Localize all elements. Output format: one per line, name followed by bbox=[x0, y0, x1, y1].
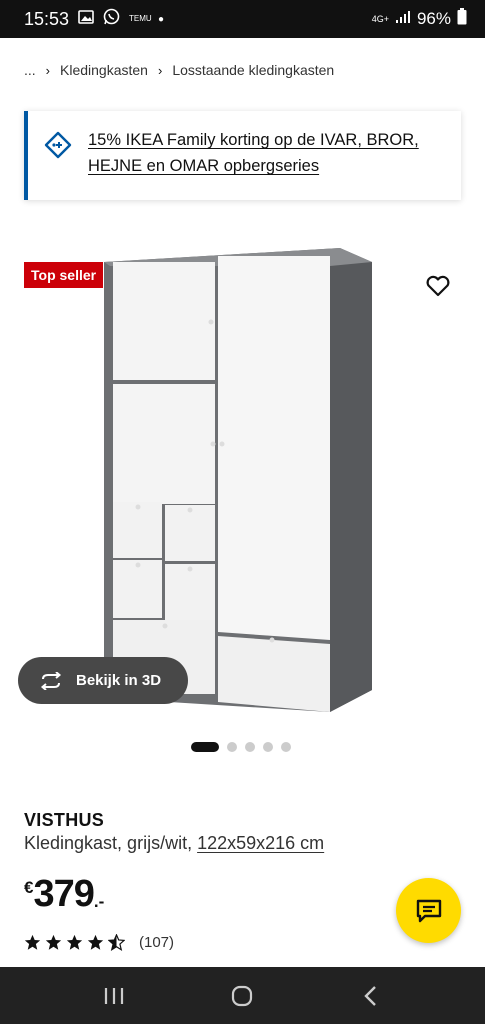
heart-icon[interactable] bbox=[424, 272, 452, 300]
carousel-dot[interactable] bbox=[245, 742, 255, 752]
carousel-dot[interactable] bbox=[281, 742, 291, 752]
breadcrumb-item-losstaande[interactable]: Losstaande kledingkasten bbox=[172, 62, 334, 78]
status-time: 15:53 bbox=[24, 8, 70, 29]
whatsapp-icon bbox=[103, 8, 120, 30]
system-nav-bar bbox=[0, 967, 485, 1024]
breadcrumb-item-kledingkasten[interactable]: Kledingkasten bbox=[60, 62, 148, 78]
price-decimal: .- bbox=[93, 892, 105, 911]
star-full-icon bbox=[45, 934, 62, 950]
product-price: € 379 .- bbox=[24, 874, 104, 914]
product-name: VISTHUS bbox=[24, 810, 105, 830]
price-integer: 379 bbox=[33, 873, 94, 915]
carousel-dot[interactable] bbox=[191, 742, 219, 752]
temu-label: TEMU bbox=[129, 14, 152, 23]
recent-apps-icon[interactable] bbox=[94, 976, 134, 1016]
chevron-right-icon: › bbox=[45, 62, 51, 78]
chevron-right-icon: › bbox=[157, 62, 163, 78]
price-currency: € bbox=[24, 878, 34, 897]
family-tag-icon bbox=[44, 131, 72, 159]
temu-icon: TEMU bbox=[129, 14, 152, 23]
product-rating[interactable]: (107) bbox=[24, 934, 174, 951]
gallery-icon bbox=[78, 9, 94, 29]
product-type: Kledingkast, grijs/wit, bbox=[24, 833, 193, 853]
view-3d-label: Bekijk in 3D bbox=[76, 672, 162, 689]
promo-text[interactable]: 15% IKEA Family korting op de IVAR, BROR… bbox=[88, 127, 445, 200]
network-type: 4G+ bbox=[371, 13, 389, 24]
battery-icon bbox=[457, 8, 467, 30]
breadcrumb: ... › Kledingkasten › Losstaande kleding… bbox=[24, 62, 334, 78]
status-bar: 15:53 TEMU ● 4G+ 96% bbox=[0, 0, 485, 38]
star-half-icon bbox=[108, 934, 125, 951]
chat-icon bbox=[416, 899, 441, 922]
notification-dot-icon: ● bbox=[158, 13, 165, 25]
carousel-dots bbox=[191, 742, 291, 752]
breadcrumb-more[interactable]: ... bbox=[24, 62, 36, 78]
home-icon[interactable] bbox=[222, 976, 262, 1016]
product-description: Kledingkast, grijs/wit, 122x59x216 cm bbox=[24, 833, 324, 854]
star-full-icon bbox=[24, 934, 41, 950]
top-seller-badge: Top seller bbox=[24, 262, 104, 288]
rotate-3d-icon bbox=[40, 671, 62, 690]
rating-count: (107) bbox=[139, 934, 175, 951]
carousel-dot[interactable] bbox=[227, 742, 237, 752]
signal-icon bbox=[395, 9, 411, 29]
back-icon[interactable] bbox=[351, 976, 391, 1016]
view-3d-button[interactable]: Bekijk in 3D bbox=[18, 657, 188, 704]
star-full-icon bbox=[66, 934, 83, 950]
promo-banner[interactable]: 15% IKEA Family korting op de IVAR, BROR… bbox=[24, 111, 461, 200]
star-full-icon bbox=[87, 934, 104, 950]
chat-button[interactable] bbox=[396, 878, 461, 943]
product-size-link[interactable]: 122x59x216 cm bbox=[197, 833, 324, 853]
battery-percent: 96% bbox=[416, 9, 451, 28]
product-image[interactable] bbox=[0, 240, 485, 720]
carousel-dot[interactable] bbox=[263, 742, 273, 752]
